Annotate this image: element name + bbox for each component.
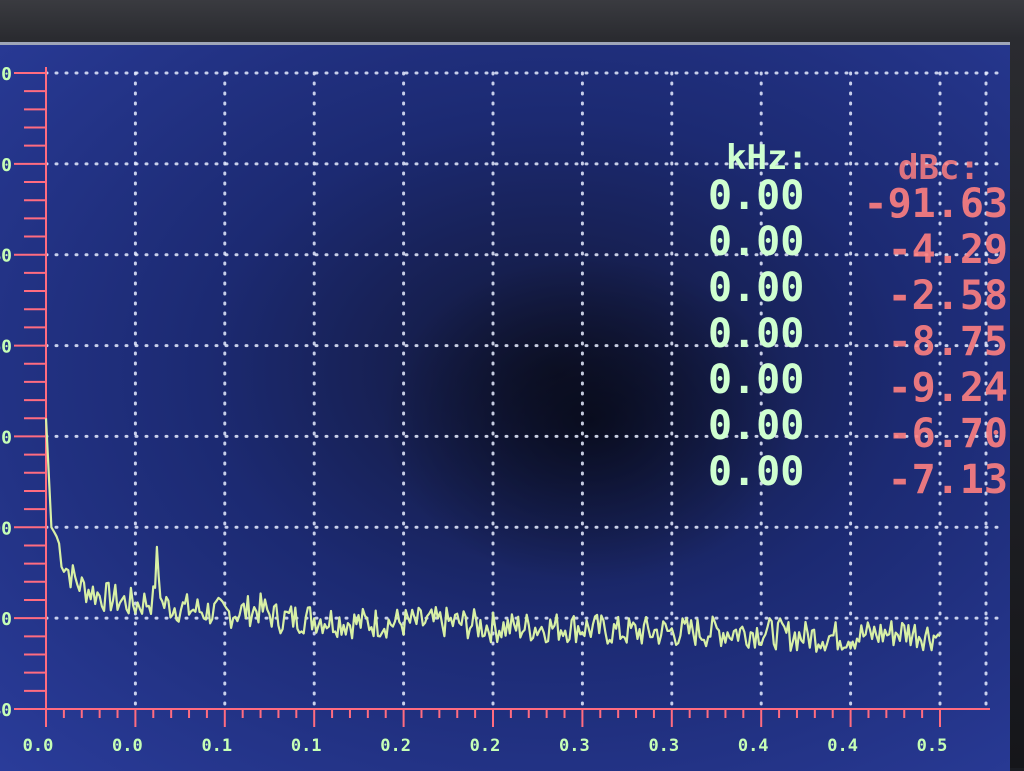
x-tick-label: 0.0 <box>23 736 54 756</box>
x-tick-label: 0.1 <box>201 736 232 756</box>
y-tick-label: 80 <box>0 427 12 448</box>
x-tick-label: 0.3 <box>559 736 590 756</box>
y-tick-label: 140 <box>0 700 12 721</box>
readout-dbc-value: -8.75 <box>888 319 1008 365</box>
readout-khz-value: 0.00 <box>708 173 804 219</box>
x-tick-label: 0.3 <box>648 736 679 756</box>
y-tick-label: 60 <box>0 337 12 358</box>
readout-dbc-value: -6.70 <box>888 411 1008 457</box>
x-tick-label: 0.4 <box>827 736 858 756</box>
x-tick-label: 0.2 <box>470 736 501 756</box>
x-tick-label: 0.5 <box>917 736 948 756</box>
y-tick-label: 0 <box>1 64 12 85</box>
readout-dbc-value: -7.13 <box>888 457 1008 503</box>
readout-khz-value: 0.00 <box>708 403 804 449</box>
spectrum-display-screen: 0 20 40 60 80 100 120 140 0.0 0.0 0.1 0.1 0.2 0.2 0.3… <box>0 42 1010 771</box>
readout-dbc-value: -4.29 <box>888 227 1008 273</box>
y-tick-label: 120 <box>0 609 12 630</box>
readout-khz-value: 0.00 <box>708 219 804 265</box>
readout-khz-value: 0.00 <box>708 449 804 495</box>
peak-readout-table: kHz: dBc: 0.00 -91.630.00 -4.290.00 -2.580.… <box>708 138 1008 503</box>
x-tick-label: 0.1 <box>291 736 322 756</box>
x-tick-labels: 0.0 0.0 0.1 0.1 0.2 0.2 0.3 0.3 0.4 0.4 0.5 <box>23 736 948 756</box>
y-tick-label: 20 <box>0 155 12 176</box>
y-tick-label: 40 <box>0 246 12 267</box>
y-tick-labels: 0 20 40 60 80 100 120 140 <box>0 64 12 721</box>
khz-header: kHz: <box>726 138 808 178</box>
x-tick-label: 0.2 <box>380 736 411 756</box>
readout-dbc-value: -91.63 <box>864 181 1009 227</box>
readout-khz-value: 0.00 <box>708 265 804 311</box>
y-tick-label: 100 <box>0 518 12 539</box>
readout-dbc-value: -2.58 <box>888 273 1008 319</box>
readout-khz-value: 0.00 <box>708 311 804 357</box>
x-tick-label: 0.0 <box>112 736 143 756</box>
readout-khz-value: 0.00 <box>708 357 804 403</box>
x-tick-label: 0.4 <box>738 736 769 756</box>
readout-dbc-value: -9.24 <box>888 365 1008 411</box>
spectrum-plot: 0 20 40 60 80 100 120 140 0.0 0.0 0.1 0.1 0.2 0.2 0.3… <box>0 64 1008 756</box>
